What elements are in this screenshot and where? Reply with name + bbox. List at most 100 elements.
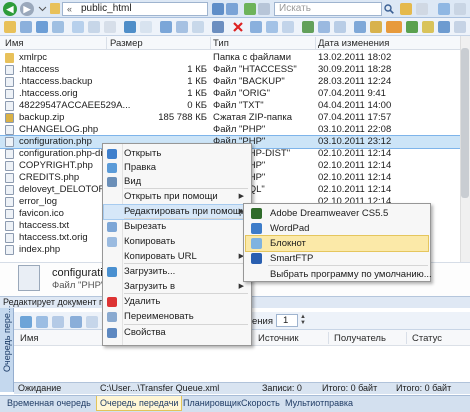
menu-item-edit-with[interactable]: Редактировать при помощи ▶ — [103, 204, 251, 220]
back-button[interactable]: ◀ — [3, 2, 17, 16]
file-size: 185 788 КБ — [158, 112, 207, 123]
upload-icon[interactable] — [244, 3, 256, 15]
queue-down-icon[interactable] — [86, 316, 98, 328]
refresh-icon[interactable] — [226, 3, 238, 15]
edit-button[interactable] — [250, 21, 262, 33]
find-button[interactable] — [266, 21, 278, 33]
file-date: 02.10.2011 12:14 — [318, 184, 392, 195]
menu-item-view[interactable]: Вид — [104, 175, 250, 189]
path-dropdown-icon[interactable] — [212, 3, 224, 15]
search-icon[interactable] — [384, 4, 394, 14]
favorites-icon[interactable] — [400, 3, 412, 15]
file-row[interactable]: .htaccess 1 КБ Файл "HTACCESS" 30.09.2011 1… — [0, 64, 460, 76]
queue-start-icon[interactable] — [20, 316, 32, 328]
menu-item-properties[interactable]: Свойства — [104, 326, 250, 340]
connect-button[interactable] — [302, 21, 314, 33]
column-divider[interactable] — [315, 37, 316, 49]
menu-item-delete[interactable]: Удалить — [104, 295, 250, 309]
menu-item-edit[interactable]: Правка — [104, 161, 250, 175]
scrollbar-thumb[interactable] — [461, 48, 469, 198]
new-folder-icon[interactable] — [4, 21, 16, 33]
tab-temp-queue[interactable]: Временная очередь — [4, 396, 94, 411]
sync-button[interactable] — [160, 21, 172, 33]
column-type[interactable]: Тип — [213, 37, 229, 51]
fxp-button[interactable] — [386, 21, 402, 33]
queue-button[interactable] — [334, 21, 346, 33]
submenu-item-dreamweaver[interactable]: Adobe Dreamweaver CS5.5 — [246, 206, 428, 221]
submenu-item-wordpad[interactable]: WordPad — [246, 221, 428, 236]
file-row[interactable]: 48229547ACCAEE529A... 0 КБ Файл "TXT" 04.04… — [0, 100, 460, 112]
compare-button[interactable] — [192, 21, 204, 33]
file-row[interactable]: .htaccess.backup 1 КБ Файл "BACKUP" 28.03.2… — [0, 76, 460, 88]
queue-column-name[interactable]: Имя — [20, 332, 39, 346]
file-row[interactable]: .htaccess.orig 1 КБ Файл "ORIG" 07.04.2011 … — [0, 88, 460, 100]
queue-up-icon[interactable] — [70, 316, 82, 328]
column-size[interactable]: Размер — [110, 37, 143, 51]
submenu-item-notepad[interactable]: Блокнот — [245, 235, 429, 252]
queue-column-source[interactable]: Источник — [258, 332, 299, 346]
column-divider[interactable] — [328, 332, 329, 344]
filter-button[interactable] — [176, 21, 188, 33]
layout-icon[interactable] — [454, 3, 466, 15]
column-divider[interactable] — [210, 37, 211, 49]
log-button[interactable] — [354, 21, 366, 33]
parent-folder-icon[interactable] — [20, 21, 32, 33]
download-button[interactable] — [52, 21, 64, 33]
stop-icon[interactable] — [258, 3, 270, 15]
menu-item-open[interactable]: Открыть — [104, 147, 250, 161]
column-divider[interactable] — [406, 332, 407, 344]
view-button[interactable] — [140, 21, 152, 33]
queue-column-target[interactable]: Получатель — [334, 332, 386, 346]
help-icon[interactable] — [438, 3, 450, 15]
queue-threads-spinner[interactable]: ▲ ▼ — [300, 314, 308, 327]
queue-save-icon[interactable] — [52, 316, 64, 328]
tab-transfer-queue[interactable]: Очередь передачи — [96, 396, 183, 411]
path-field[interactable]: « public_html — [62, 2, 208, 16]
dreamweaver-icon — [251, 208, 262, 219]
file-type: Файл "BACKUP" — [213, 76, 285, 87]
tab-scheduler[interactable]: Планировщик — [180, 396, 244, 411]
menu-item-cut[interactable]: Вырезать — [104, 220, 250, 234]
transfer-button[interactable] — [318, 21, 330, 33]
submenu-item-smartftp[interactable]: SmartFTP — [246, 251, 428, 266]
menu-item-rename[interactable]: Переименовать — [104, 310, 250, 324]
search-input[interactable]: Искать — [274, 2, 382, 16]
rename-button[interactable] — [212, 21, 224, 33]
file-row[interactable]: xmlrpc Папка с файлами 13.02.2011 18:02 — [0, 52, 460, 64]
paste-button[interactable] — [104, 21, 116, 33]
settings-icon[interactable] — [416, 3, 428, 15]
column-divider[interactable] — [106, 37, 107, 49]
file-name: .htaccess.orig — [19, 88, 78, 99]
archive-button[interactable] — [406, 21, 418, 33]
tab-multisend[interactable]: Мультиотправка — [282, 396, 356, 411]
more-button[interactable] — [454, 21, 466, 33]
submenu-item-choose-default[interactable]: Выбрать программу по умолчанию... — [246, 267, 432, 282]
menu-item-label: Загрузить... — [124, 266, 176, 277]
script-button[interactable] — [422, 21, 434, 33]
queue-threads-input[interactable]: 1 — [276, 314, 298, 327]
tab-speed[interactable]: Скорость — [238, 396, 283, 411]
upload-button[interactable] — [36, 21, 48, 33]
terminal-button[interactable] — [438, 21, 450, 33]
cut-button[interactable] — [72, 21, 84, 33]
menu-item-copy[interactable]: Копировать — [104, 235, 250, 249]
queue-list[interactable] — [14, 346, 470, 376]
queue-column-status[interactable]: Статус — [412, 332, 442, 346]
delete-button[interactable] — [232, 21, 244, 33]
copy-button[interactable] — [88, 21, 100, 33]
file-row[interactable]: backup.zip 185 788 КБ Сжатая ZIP-папка 07.0… — [0, 112, 460, 124]
menu-item-copy-url[interactable]: Копировать URL ▶ — [104, 250, 250, 264]
menu-item-download-to[interactable]: Загрузить в ▶ — [104, 280, 250, 294]
history-dropdown-icon[interactable] — [38, 4, 47, 13]
bookmark-button[interactable] — [282, 21, 294, 33]
column-date[interactable]: Дата изменения — [318, 37, 389, 51]
queue-total: Итого: 0 байт — [396, 383, 452, 393]
properties-button[interactable] — [124, 21, 136, 33]
queue-pause-icon[interactable] — [36, 316, 48, 328]
file-row[interactable]: CHANGELOG.php Файл "PHP" 03.10.2011 22:08 — [0, 124, 460, 136]
menu-item-open-with[interactable]: Открыть при помощи ▶ — [104, 190, 250, 204]
column-name[interactable]: Имя — [5, 37, 24, 51]
forward-button[interactable]: ▶ — [20, 2, 34, 16]
permissions-button[interactable] — [370, 21, 382, 33]
menu-item-download[interactable]: Загрузить... — [104, 265, 250, 279]
